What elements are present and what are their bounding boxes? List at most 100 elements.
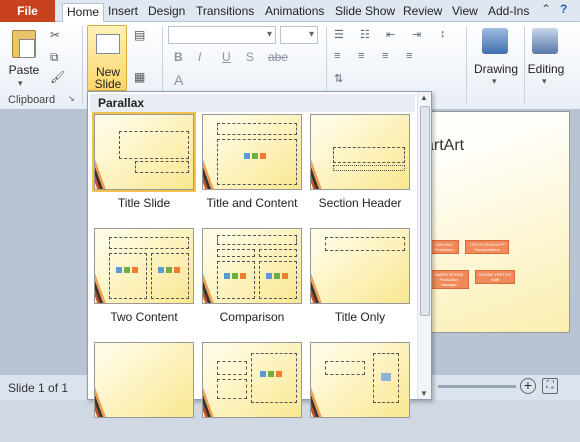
scroll-up-icon[interactable]: ▲ <box>420 93 428 102</box>
copy-icon[interactable]: ⧉ <box>50 50 59 65</box>
drawing-icon[interactable] <box>482 28 508 54</box>
content-icons <box>243 151 269 167</box>
layout-title-only[interactable]: Title Only <box>310 228 410 328</box>
fit-to-window-icon[interactable]: ⛶ <box>542 378 558 394</box>
bold-button[interactable]: B <box>174 50 183 64</box>
layout-thumbnail <box>202 114 302 190</box>
cut-icon[interactable]: ✂ <box>50 28 60 42</box>
layout-label: Comparison <box>219 310 285 324</box>
group-separator <box>82 26 83 104</box>
minimize-ribbon-icon[interactable]: ⌃ <box>541 2 551 16</box>
zoom-in-icon[interactable]: + <box>520 378 536 394</box>
title-placeholder <box>217 361 247 375</box>
drawing-button[interactable]: Drawing <box>470 62 522 76</box>
editing-dropdown-icon[interactable]: ▾ <box>542 76 547 87</box>
layout-thumbnail <box>94 228 194 304</box>
new-slide-label-2: Slide <box>94 77 122 91</box>
heading-placeholder <box>217 249 255 257</box>
decrease-indent-icon[interactable]: ⇤ <box>386 28 395 41</box>
font-family-combo[interactable]: ▾ <box>168 26 276 44</box>
layout-label: Title Slide <box>117 196 171 210</box>
layout-blank[interactable] <box>94 342 194 442</box>
slide-preview[interactable]: artArt ANYONG Production TRITOYONGEA PP … <box>410 111 570 333</box>
tab-home[interactable]: Home <box>62 3 105 23</box>
layout-thumbnail <box>92 112 196 192</box>
tab-insert[interactable]: Insert <box>104 3 142 22</box>
drawing-dropdown-icon[interactable]: ▾ <box>492 76 497 87</box>
bullets-icon[interactable]: ☰ <box>334 28 344 41</box>
editing-button[interactable]: Editing <box>524 62 568 76</box>
tab-add-ins[interactable]: Add-Ins <box>484 3 533 22</box>
layout-picture-with-caption[interactable] <box>310 342 410 442</box>
tab-animations[interactable]: Animations <box>261 3 328 22</box>
picture-icon <box>381 373 391 381</box>
font-size-combo[interactable]: ▾ <box>280 26 318 44</box>
layout-two-content[interactable]: Two Content <box>94 228 194 328</box>
italic-button[interactable]: I <box>198 50 201 64</box>
align-center-icon[interactable]: ≡ <box>358 50 364 62</box>
section-icon[interactable]: ▦ <box>134 70 145 84</box>
content-icons <box>259 369 285 385</box>
layout-title-and-content[interactable]: Title and Content <box>202 114 302 214</box>
heading-placeholder <box>259 249 297 257</box>
scrollbar-thumb[interactable] <box>420 106 430 316</box>
tab-design[interactable]: Design <box>144 3 189 22</box>
ribbon-tab-strip: File Home Insert Design Transitions Anim… <box>0 0 580 23</box>
layout-title-slide[interactable]: Title Slide <box>92 112 196 214</box>
group-separator <box>466 26 467 104</box>
tab-slide-show[interactable]: Slide Show <box>331 3 399 22</box>
numbering-icon[interactable]: ☷ <box>360 28 370 41</box>
zoom-slider[interactable] <box>438 385 516 388</box>
file-tab[interactable]: File <box>0 0 55 22</box>
org-chart-box: HARDY BYRNE Production Manager <box>429 270 469 289</box>
clipboard-launcher-icon[interactable]: ↘ <box>68 94 75 103</box>
help-icon[interactable]: ? <box>560 2 567 16</box>
format-painter-icon[interactable]: 🖌 <box>50 70 65 84</box>
line-spacing-icon[interactable]: ↕ <box>440 28 446 40</box>
justify-icon[interactable]: ≡ <box>406 50 412 62</box>
layout-thumbnail <box>94 342 194 418</box>
chevron-down-icon: ▾ <box>308 29 314 40</box>
layout-thumbnail <box>310 114 410 190</box>
align-left-icon[interactable]: ≡ <box>334 50 340 62</box>
layout-thumbnail <box>310 228 410 304</box>
tab-transitions[interactable]: Transitions <box>192 3 258 22</box>
theme-stripe <box>311 115 330 189</box>
underline-button[interactable]: U <box>222 50 231 64</box>
text-placeholder <box>217 379 247 399</box>
layout-label: Title and Content <box>206 196 298 210</box>
find-icon[interactable] <box>532 28 558 54</box>
theme-stripe <box>95 343 114 417</box>
align-right-icon[interactable]: ≡ <box>382 50 388 62</box>
layout-section-header[interactable]: Section Header <box>310 114 410 214</box>
text-placeholder <box>333 165 405 171</box>
shadow-button[interactable]: S <box>246 50 254 64</box>
strikethrough-button[interactable]: abe <box>268 50 288 64</box>
theme-stripe <box>311 343 330 417</box>
text-direction-icon[interactable]: ⇅ <box>334 72 343 85</box>
gallery-theme-header: Parallax <box>90 94 415 112</box>
new-slide-button[interactable]: New Slide <box>87 25 127 91</box>
paste-button[interactable]: Paste <box>6 63 42 77</box>
tab-review[interactable]: Review <box>399 3 446 22</box>
clipboard-group-label: Clipboard <box>8 94 56 106</box>
title-placeholder <box>217 123 297 135</box>
org-chart-box: TRITOYONGEA PP Transportation <box>465 240 509 254</box>
layout-thumbnail <box>202 228 302 304</box>
layout-label: Two Content <box>110 310 178 324</box>
paste-icon[interactable] <box>12 30 36 58</box>
layout-comparison[interactable]: Comparison <box>202 228 302 328</box>
layout-icon[interactable]: ▤ <box>134 28 145 42</box>
layout-content-with-caption[interactable] <box>202 342 302 442</box>
tab-view[interactable]: View <box>448 3 482 22</box>
gallery-scrollbar[interactable]: ▲ ▼ <box>417 92 431 399</box>
org-chart-box: ANYONG Production <box>429 240 459 254</box>
increase-indent-icon[interactable]: ⇥ <box>412 28 421 41</box>
font-color-icon[interactable]: A <box>174 72 183 88</box>
scroll-down-icon[interactable]: ▼ <box>420 389 428 398</box>
paste-dropdown-icon[interactable]: ▾ <box>18 78 23 89</box>
layout-label: Section Header <box>318 196 402 210</box>
layout-label: Title Only <box>334 310 386 324</box>
title-placeholder <box>325 361 365 375</box>
layout-thumbnail <box>202 342 302 418</box>
